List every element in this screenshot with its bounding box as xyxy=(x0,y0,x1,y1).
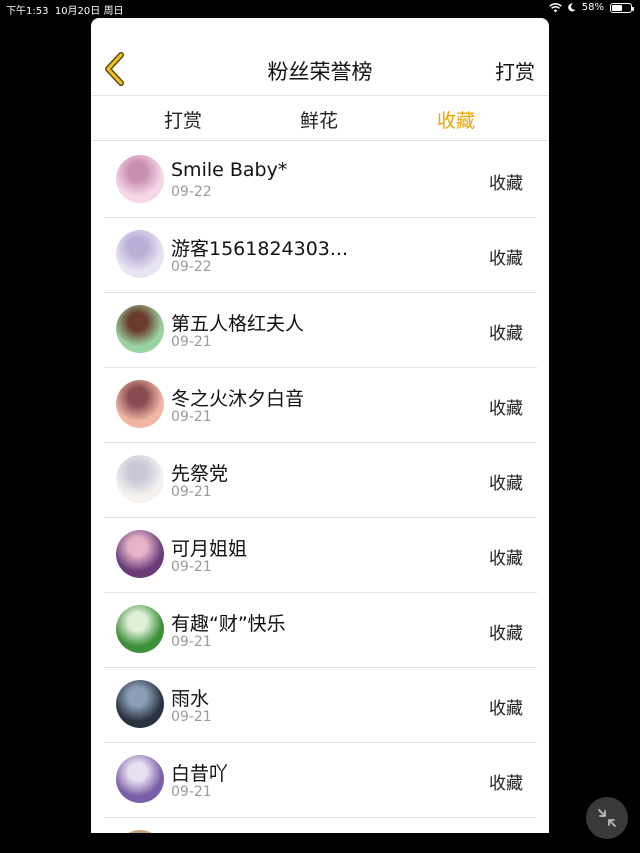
list-item[interactable]: Smile Baby* 09-22 收藏 xyxy=(104,143,537,218)
fan-date: 09-21 xyxy=(171,334,212,350)
avatar xyxy=(116,680,164,728)
battery-percentage: 58% xyxy=(581,2,604,13)
list-item[interactable]: 雨水 09-21 收藏 xyxy=(104,668,537,743)
fan-date: 09-22 xyxy=(171,184,212,200)
avatar xyxy=(116,455,164,503)
fan-name: 可月姐姐 xyxy=(171,538,248,560)
status-date: 10月20日 周日 xyxy=(54,6,124,17)
avatar xyxy=(116,605,164,653)
collapse-arrows-icon xyxy=(598,809,616,827)
list-item[interactable]: 白昔吖 09-21 收藏 xyxy=(104,743,537,818)
battery-icon xyxy=(610,2,634,13)
list-item[interactable]: 冬之火沐夕白音 09-21 收藏 xyxy=(104,368,537,443)
fan-name: Smile Baby* xyxy=(171,159,288,181)
avatar xyxy=(116,230,164,278)
tab-reward[interactable]: 打赏 xyxy=(164,106,202,133)
avatar xyxy=(116,380,164,428)
avatar xyxy=(116,530,164,578)
avatar xyxy=(116,830,164,833)
list-item[interactable]: 可月姐姐 09-21 收藏 xyxy=(104,518,537,593)
reward-button[interactable]: 打赏 xyxy=(495,56,535,85)
list-item[interactable]: 先祭党 09-21 收藏 xyxy=(104,443,537,518)
action-label: 收藏 xyxy=(489,249,523,269)
status-bar: 下午1:53 10月20日 周日 58% xyxy=(0,0,640,18)
fan-name: 白昔吖 xyxy=(171,763,229,785)
list-item-partial xyxy=(104,818,537,833)
action-label: 收藏 xyxy=(489,624,523,644)
action-label: 收藏 xyxy=(489,549,523,569)
tab-favorites[interactable]: 收藏 xyxy=(437,106,475,133)
action-label: 收藏 xyxy=(489,399,523,419)
list-item[interactable]: 有趣“财”快乐 09-21 收藏 xyxy=(104,593,537,668)
list-item[interactable]: 游客1561824303... 09-22 收藏 xyxy=(104,218,537,293)
fan-date: 09-21 xyxy=(171,409,212,425)
status-time-date: 下午1:53 10月20日 周日 xyxy=(6,2,123,17)
fan-name: 第五人格红夫人 xyxy=(171,313,305,335)
action-label: 收藏 xyxy=(489,474,523,494)
fan-date: 09-21 xyxy=(171,709,212,725)
wifi-icon xyxy=(548,2,562,13)
tab-bar: 打赏 鲜花 收藏 xyxy=(91,96,549,141)
avatar xyxy=(116,305,164,353)
modal-sheet: 粉丝荣誉榜 打赏 打赏 鲜花 收藏 Smile Baby* 09-22 收藏 游客15… xyxy=(91,18,549,833)
fan-name: 雨水 xyxy=(171,688,210,710)
action-label: 收藏 xyxy=(489,324,523,344)
battery-fill xyxy=(612,4,623,11)
fan-name: 先祭党 xyxy=(171,463,229,485)
battery-tip xyxy=(632,6,634,11)
action-label: 收藏 xyxy=(489,174,523,194)
navigation-bar: 粉丝荣誉榜 打赏 xyxy=(91,18,549,96)
status-time: 下午1:53 xyxy=(6,6,49,17)
avatar xyxy=(116,755,164,803)
status-indicators: 58% xyxy=(548,2,634,13)
list-item[interactable]: 第五人格红夫人 09-21 收藏 xyxy=(104,293,537,368)
fan-date: 09-21 xyxy=(171,484,212,500)
fan-name: 有趣“财”快乐 xyxy=(171,613,286,635)
fan-date: 09-21 xyxy=(171,784,212,800)
tab-flowers[interactable]: 鲜花 xyxy=(300,106,338,133)
action-label: 收藏 xyxy=(489,774,523,794)
fan-date: 09-21 xyxy=(171,634,212,650)
avatar xyxy=(116,155,164,203)
fan-date: 09-22 xyxy=(171,259,212,275)
do-not-disturb-icon xyxy=(567,3,576,12)
action-label: 收藏 xyxy=(489,699,523,719)
page-title: 粉丝荣誉榜 xyxy=(267,60,373,84)
fan-list: Smile Baby* 09-22 收藏 游客1561824303... 09-22 收藏… xyxy=(104,143,537,833)
fan-name: 冬之火沐夕白音 xyxy=(171,388,305,410)
collapse-button[interactable] xyxy=(586,797,628,839)
fan-name: 游客1561824303... xyxy=(171,238,349,260)
fan-date: 09-21 xyxy=(171,559,212,575)
